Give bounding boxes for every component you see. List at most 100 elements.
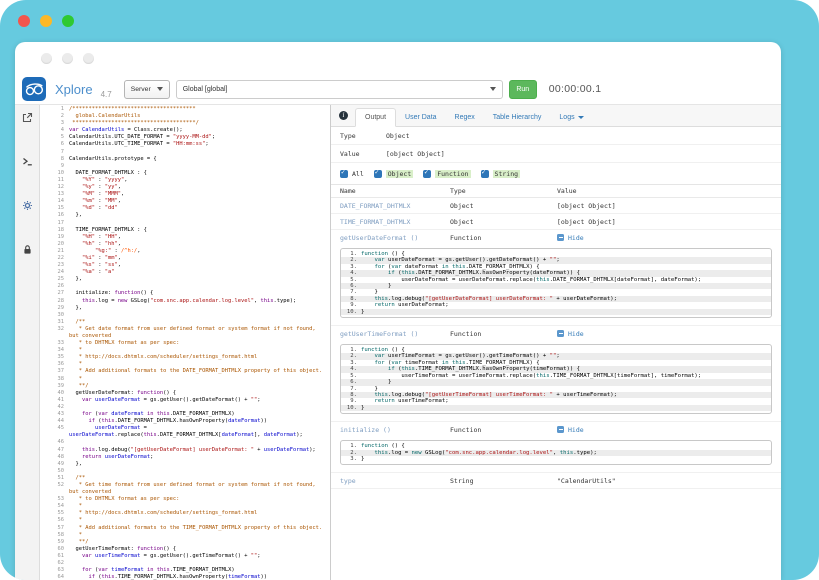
code-token (361, 398, 374, 404)
editor-line: 57 * Add additional formats to the TIME_… (40, 525, 330, 532)
column-header: Type (450, 187, 557, 195)
line-number: 15 (40, 205, 69, 212)
hide-link[interactable]: Hide (557, 234, 781, 242)
code-token: GSLog( (422, 450, 446, 456)
code-token: * http://docs.dhtmlx.com/scheduler/setti… (69, 354, 257, 360)
code-token: : (111, 248, 121, 254)
table-row: typeString"CalendarUtils" (331, 473, 781, 488)
code-token: this (144, 432, 157, 438)
line-number: 11 (40, 177, 69, 184)
filter-all: All (340, 170, 364, 178)
hide-link[interactable]: Hide (557, 426, 781, 434)
code-token: new (412, 450, 422, 456)
code-token: } (361, 405, 364, 411)
tab-output[interactable]: Output (355, 108, 396, 127)
left-icon-sidebar (15, 105, 40, 580)
code-token: DATE_FORMAT_DHTMLX : { (69, 170, 147, 176)
editor-line-code: * to DHTMLX format as per spec: (69, 340, 330, 347)
summary-value: [object Object] (386, 150, 445, 158)
line-number: 25 (40, 276, 69, 283)
editor-line-code: }, (69, 276, 330, 283)
code-token: .DATE_FORMAT_DHTMLX) { (465, 264, 539, 270)
code-token: userDateFormat (264, 447, 309, 453)
terminal-icon[interactable] (15, 154, 39, 198)
code-token: : (95, 177, 105, 183)
code-token: : (95, 184, 105, 190)
code-token: * (69, 347, 82, 353)
property-name-link[interactable]: TIME_FORMAT_DHTMLX (340, 218, 450, 226)
checkbox-checked-icon[interactable] (374, 170, 382, 178)
code-token (361, 392, 374, 398)
close-icon[interactable] (18, 15, 30, 27)
code-token: * (69, 532, 82, 538)
property-name-link[interactable]: initialize () (340, 426, 450, 434)
run-button[interactable]: Run (509, 80, 537, 99)
info-icon[interactable]: i (339, 111, 348, 120)
code-token: () { (388, 251, 405, 257)
property-name-link[interactable]: type (340, 477, 450, 485)
code-token: CalendarUtils.UTC_DATE_FORMAT = (69, 134, 173, 140)
editor-line-code: userDateFormat = userDateFormat.replace(… (69, 425, 330, 439)
open-in-new-icon[interactable] (15, 110, 39, 154)
code-token: "%M" (82, 191, 95, 197)
code-token: "yy" (105, 184, 118, 190)
checkbox-checked-icon[interactable] (340, 170, 348, 178)
code-token: dateFormat (222, 432, 254, 438)
code-token: .log.debug( (95, 447, 131, 453)
line-number: 7 (40, 149, 69, 156)
code-token (69, 447, 82, 453)
code-token: CalendarUtils (82, 127, 124, 133)
editor-line: 13 "%M" : "MMM", (40, 191, 330, 198)
tab-logs[interactable]: Logs (550, 109, 592, 126)
property-name-link[interactable]: getUserDateFormat () (340, 234, 450, 242)
hide-link[interactable]: Hide (557, 330, 781, 338)
editor-line-code: "%Y" : "yyyy", (69, 177, 330, 184)
code-token: dateFormat (111, 411, 143, 417)
code-token: .log.debug( (388, 392, 425, 398)
editor-line: 47 this.log.debug("[getUserDateFormat] u… (40, 447, 330, 454)
tab-regex[interactable]: Regex (446, 109, 484, 126)
window-dot (62, 53, 73, 64)
maximize-icon[interactable] (62, 15, 74, 27)
code-token: "[getUserDateFormat] userDateFormat: " (131, 447, 254, 453)
editor-line-code: }, (69, 305, 330, 312)
minimize-icon[interactable] (40, 15, 52, 27)
scope-select[interactable]: Server (124, 80, 170, 99)
line-number: 20 (40, 241, 69, 248)
editor-line: 28 this.log = new GSLog("com.snc.app.cal… (40, 298, 330, 305)
lock-icon[interactable] (15, 242, 39, 286)
checkbox-checked-icon[interactable] (423, 170, 431, 178)
code-token: userDateFormat = userDateFormat.replace( (361, 277, 536, 283)
line-number: 26 (40, 283, 69, 290)
filter-object: Object (374, 170, 413, 178)
window-dot (41, 53, 52, 64)
table-row-group: getUserTimeFormat ()FunctionHide1.functi… (331, 326, 781, 422)
tab-table-hierarchy[interactable]: Table Hierarchy (484, 109, 551, 126)
code-token: .DATE_FORMAT_DHTMLX.hasOwnProperty(dateF… (415, 270, 580, 276)
code-token: function (361, 443, 388, 449)
checkbox-checked-icon[interactable] (481, 170, 489, 178)
code-token: .DATE_FORMAT_DHTMLX[ (157, 432, 222, 438)
code-token: "%d" (82, 205, 95, 211)
line-number: 5 (40, 134, 69, 141)
code-token: userTimeFormat; (395, 398, 449, 404)
property-name-link[interactable]: DATE_FORMAT_DHTMLX (340, 202, 450, 210)
code-token: "yyyy-MM-dd" (173, 134, 212, 140)
editor-line-code (69, 283, 330, 290)
code-token: * Get date format from user defined form… (69, 326, 319, 339)
property-name-link[interactable]: getUserTimeFormat () (340, 330, 450, 338)
editor-line: 9 (40, 163, 330, 170)
line-number: 36 (40, 361, 69, 368)
code-token: this (157, 567, 170, 573)
code-line-text: } (361, 405, 771, 411)
target-scope-input[interactable]: Global [global] (176, 80, 503, 99)
line-number: 60 (40, 546, 69, 553)
gear-icon[interactable] (15, 198, 39, 242)
line-number: 31 (40, 319, 69, 326)
xplore-window: Xplore 4.7 Server Global [global] Run 00… (15, 42, 781, 580)
code-token: } (361, 379, 391, 385)
tab-user-data[interactable]: User Data (396, 109, 446, 126)
summary-label: Value (340, 150, 386, 158)
script-editor[interactable]: 1/**************************************… (40, 105, 330, 580)
code-token: .type); (573, 450, 597, 456)
